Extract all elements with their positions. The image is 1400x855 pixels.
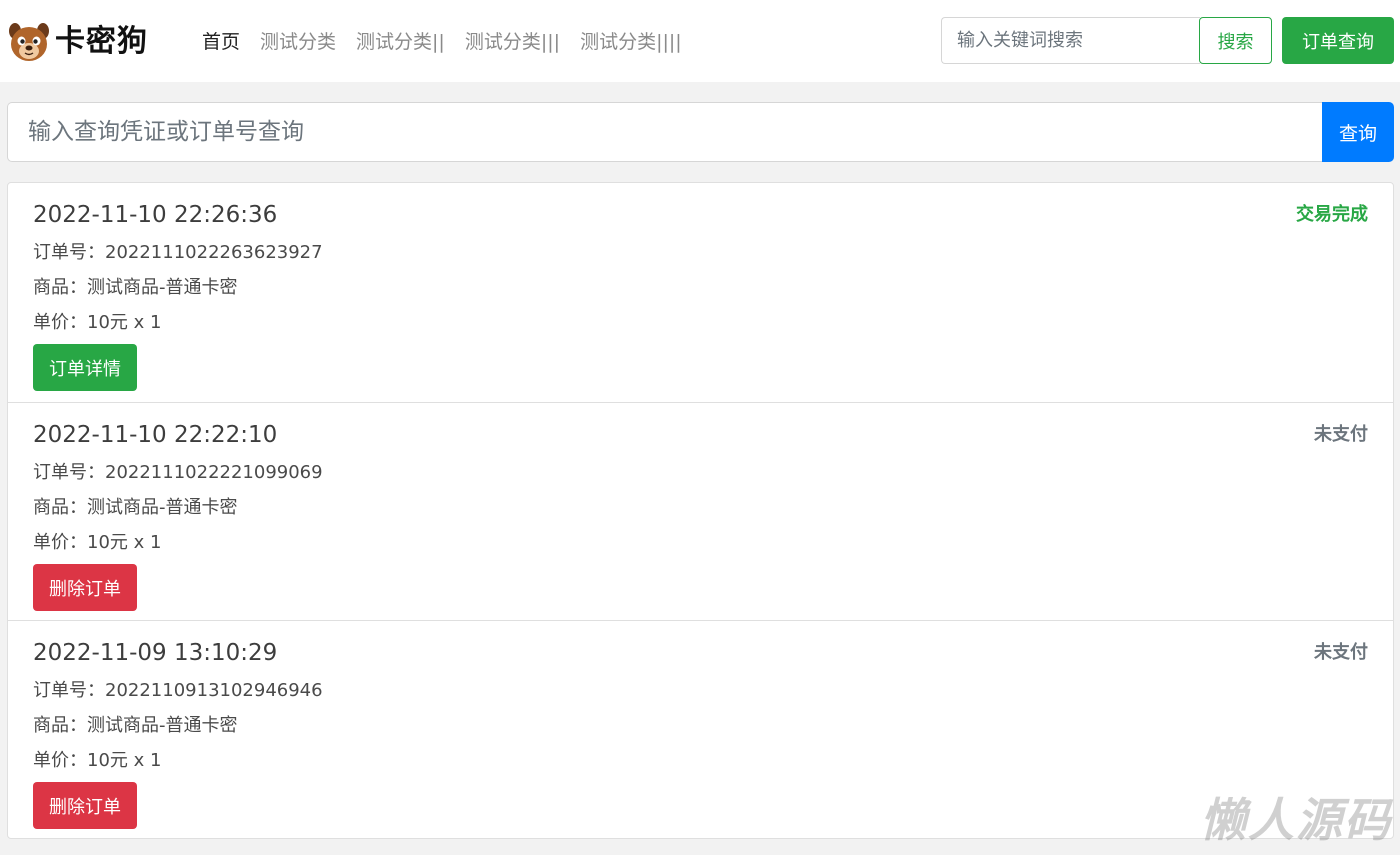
- keyword-search-input[interactable]: [941, 17, 1200, 64]
- order-product: 商品：测试商品-普通卡密: [33, 715, 238, 736]
- order-time: 2022-11-10 22:22:10: [33, 422, 278, 448]
- brand[interactable]: 卡密狗: [8, 21, 148, 63]
- brand-name: 卡密狗: [55, 24, 148, 59]
- order-number: 订单号：2022111022221099069: [33, 462, 323, 483]
- order-price: 单价：10元 x 1: [33, 532, 162, 553]
- nav-item-category-3[interactable]: 测试分类|||: [465, 28, 560, 56]
- order-status-badge: 交易完成: [1296, 204, 1368, 225]
- order-item: 2022-11-10 22:26:36 订单号：2022111022263623…: [8, 183, 1393, 402]
- nav-item-category-4[interactable]: 测试分类||||: [580, 28, 682, 56]
- delete-order-button[interactable]: 删除订单: [33, 782, 137, 829]
- order-number: 订单号：2022111022263623927: [33, 242, 323, 263]
- top-navbar: 卡密狗 首页 测试分类 测试分类|| 测试分类||| 测试分类|||| 搜索 订…: [0, 0, 1400, 82]
- order-query-button[interactable]: 订单查询: [1282, 17, 1394, 64]
- order-price: 单价：10元 x 1: [33, 312, 162, 333]
- nav-item-category-2[interactable]: 测试分类||: [356, 28, 445, 56]
- order-product: 商品：测试商品-普通卡密: [33, 277, 238, 298]
- order-time: 2022-11-09 13:10:29: [33, 640, 278, 666]
- dog-face-icon: [9, 23, 49, 61]
- order-item: 2022-11-09 13:10:29 订单号：2022110913102946…: [8, 620, 1393, 838]
- nav-item-category-1[interactable]: 测试分类: [260, 28, 336, 56]
- order-query-input[interactable]: [7, 102, 1323, 162]
- order-detail-button[interactable]: 订单详情: [33, 344, 137, 391]
- query-button[interactable]: 查询: [1322, 102, 1394, 162]
- order-time: 2022-11-10 22:26:36: [33, 202, 278, 228]
- order-price: 单价：10元 x 1: [33, 750, 162, 771]
- category-nav: 首页 测试分类 测试分类|| 测试分类||| 测试分类||||: [202, 28, 702, 56]
- order-list: 2022-11-10 22:26:36 订单号：2022111022263623…: [7, 182, 1394, 839]
- delete-order-button[interactable]: 删除订单: [33, 564, 137, 611]
- order-number: 订单号：2022110913102946946: [33, 680, 323, 701]
- order-item: 2022-11-10 22:22:10 订单号：2022111022221099…: [8, 402, 1393, 620]
- watermark: 懒人源码: [1200, 793, 1392, 847]
- order-product: 商品：测试商品-普通卡密: [33, 497, 238, 518]
- order-status-badge: 未支付: [1314, 424, 1368, 445]
- nav-item-home[interactable]: 首页: [202, 28, 240, 56]
- order-status-badge: 未支付: [1314, 642, 1368, 663]
- search-button[interactable]: 搜索: [1199, 17, 1272, 64]
